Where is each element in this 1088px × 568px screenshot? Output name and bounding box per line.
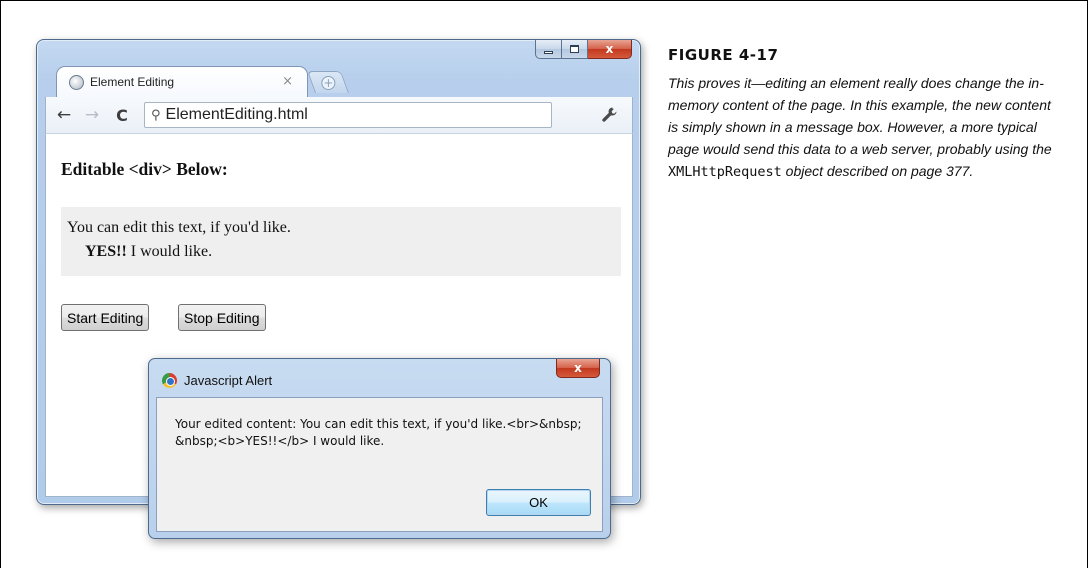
- javascript-alert-dialog: Javascript Alert x Your edited content: …: [148, 358, 611, 539]
- tab-close-icon[interactable]: ×: [282, 74, 293, 89]
- caption-text-before: This proves it—editing an element really…: [668, 75, 1052, 157]
- ok-button[interactable]: OK: [486, 489, 591, 516]
- back-button[interactable]: ←: [52, 103, 76, 127]
- minimize-button[interactable]: [535, 40, 562, 59]
- start-editing-button[interactable]: Start Editing: [61, 304, 150, 331]
- stop-editing-button[interactable]: Stop Editing: [178, 304, 266, 331]
- close-icon: x: [605, 42, 614, 56]
- browser-tab[interactable]: Element Editing ×: [56, 66, 308, 97]
- reload-button[interactable]: C: [110, 103, 134, 127]
- page-heading: Editable <div> Below:: [61, 159, 228, 179]
- forward-arrow-icon: →: [84, 105, 100, 125]
- editable-bold-text: YES!!: [85, 243, 127, 260]
- caption-text-after: object described on page 377.: [781, 163, 974, 179]
- window-close-button[interactable]: x: [588, 40, 632, 59]
- new-tab-button[interactable]: +: [306, 71, 350, 93]
- maximize-button[interactable]: [562, 40, 588, 59]
- settings-button[interactable]: [598, 103, 622, 127]
- address-bar[interactable]: ⚲ ElementEditing.html: [144, 102, 552, 128]
- browser-toolbar: ← → C ⚲ ElementEditing.html: [45, 97, 633, 133]
- dialog-title: Javascript Alert: [184, 373, 273, 388]
- editable-line-1: You can edit this text, if you'd like.: [67, 219, 291, 236]
- address-text: ElementEditing.html: [165, 106, 308, 123]
- tab-title: Element Editing: [90, 75, 175, 89]
- forward-button[interactable]: →: [80, 103, 104, 127]
- reload-icon: C: [116, 105, 128, 125]
- dialog-body: Your edited content: You can edit this t…: [156, 397, 603, 532]
- maximize-icon: [570, 45, 579, 53]
- minimize-icon: [544, 50, 553, 54]
- globe-icon: [69, 74, 84, 90]
- new-tab-icon: +: [321, 75, 336, 90]
- window-controls: x: [535, 40, 632, 59]
- editable-div[interactable]: You can edit this text, if you'd like. Y…: [61, 207, 621, 276]
- editable-line-2: YES!! I would like.: [67, 240, 615, 264]
- figure-caption: This proves it—editing an element really…: [668, 72, 1058, 183]
- wrench-icon: [602, 107, 617, 122]
- figure-label: FIGURE 4-17: [668, 46, 779, 64]
- close-icon: x: [574, 361, 582, 375]
- alert-message: Your edited content: You can edit this t…: [175, 417, 582, 448]
- chrome-icon: [162, 373, 177, 388]
- editable-line-2-rest: I would like.: [126, 243, 213, 260]
- dialog-close-button[interactable]: x: [556, 359, 600, 378]
- caption-code: XMLHttpRequest: [668, 164, 782, 180]
- back-arrow-icon: ←: [56, 105, 72, 125]
- search-icon: ⚲: [151, 107, 161, 123]
